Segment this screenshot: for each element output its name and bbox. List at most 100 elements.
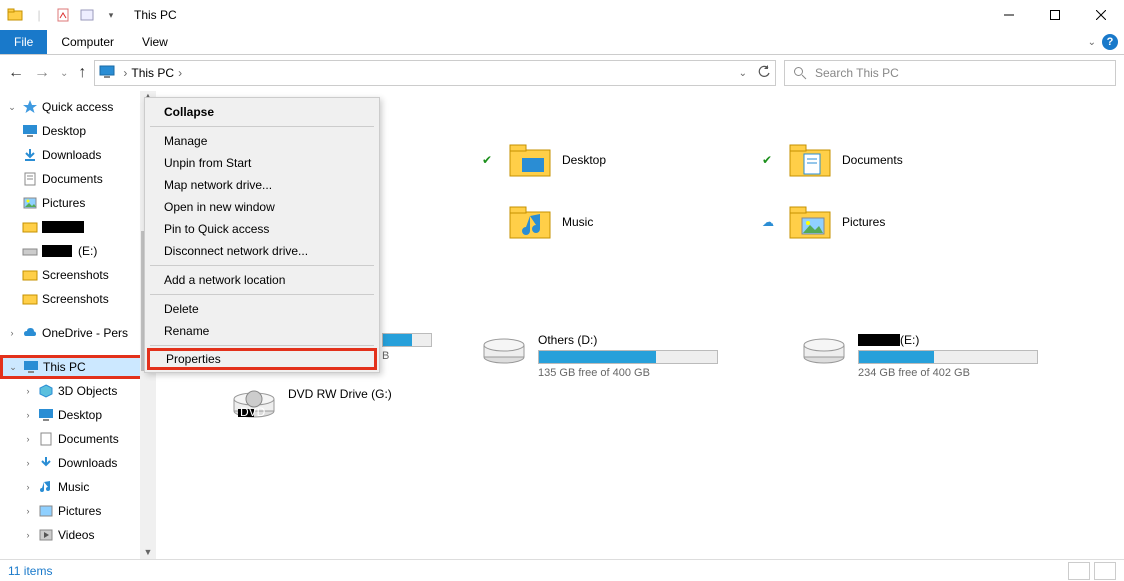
tree-pictures[interactable]: Pictures [0,191,156,215]
tree-e-drive[interactable]: (E:) [0,239,156,263]
forward-button[interactable]: → [34,64,50,82]
view-details-button[interactable] [1068,562,1090,580]
drive-usage-bar [538,350,718,364]
pictures-folder-icon [788,204,832,240]
tree-downloads[interactable]: Downloads [0,143,156,167]
ctx-add-network-location[interactable]: Add a network location [148,269,376,291]
drive-e[interactable]: (E:) 234 GB free of 402 GB [802,333,1082,379]
view-large-icons-button[interactable] [1094,562,1116,580]
ctx-manage[interactable]: Manage [148,130,376,152]
this-pc-icon [99,64,115,83]
ctx-rename[interactable]: Rename [148,320,376,342]
tree-documents[interactable]: › Documents [0,427,156,451]
sync-ok-icon: ✔ [482,153,498,167]
scroll-down-icon[interactable]: ▼ [144,547,153,557]
address-dropdown-icon[interactable]: ⌄ [739,68,747,79]
tree-screenshots[interactable]: Screenshots [0,287,156,311]
folder-documents[interactable]: ✔ Documents [762,129,1042,191]
music-folder-icon [508,204,552,240]
ctx-disconnect-drive[interactable]: Disconnect network drive... [148,240,376,262]
tree-pictures[interactable]: › Pictures [0,499,156,523]
tree-downloads[interactable]: › Downloads [0,451,156,475]
chevron-right-icon[interactable]: › [22,506,34,516]
chevron-right-icon[interactable]: › [22,458,34,468]
cloud-icon [22,325,38,341]
tree-redacted-folder[interactable] [0,215,156,239]
sync-ok-icon: ✔ [762,153,778,167]
ribbon: File Computer View ⌄ ? [0,30,1124,55]
tab-computer[interactable]: Computer [47,30,128,54]
desktop-icon [22,123,38,139]
redacted-label [42,245,72,257]
maximize-button[interactable] [1032,0,1078,30]
navbar: ← → ⌄ ↑ › This PC › ⌄ Search This PC [0,55,1124,91]
drive-dvd[interactable]: DVD DVD RW Drive (G:) [232,387,512,419]
qat-dropdown-icon[interactable]: ▾ [100,4,122,26]
tree-onedrive[interactable]: › OneDrive - Pers [0,321,156,345]
folder-icon [22,291,38,307]
breadcrumb-this-pc[interactable]: This PC [129,66,176,80]
tab-file[interactable]: File [0,30,47,54]
folder-music[interactable]: Music [482,191,762,253]
back-button[interactable]: ← [8,64,24,82]
dvd-drive-icon: DVD [232,387,276,419]
drive-usage-bar [858,350,1038,364]
chevron-right-icon[interactable]: › [22,482,34,492]
downloads-icon [38,455,54,471]
folder-pictures[interactable]: ☁ Pictures [762,191,1042,253]
tree-this-pc[interactable]: ⌄ This PC [0,355,156,379]
drive-usage-fill [539,351,656,363]
ctx-properties[interactable]: Properties [147,348,377,370]
address-bar[interactable]: › This PC › ⌄ [94,60,776,86]
recent-dropdown-icon[interactable]: ⌄ [60,68,68,79]
ctx-open-new-window[interactable]: Open in new window [148,196,376,218]
chevron-right-icon[interactable]: › [123,66,127,80]
tree-videos[interactable]: › Videos [0,523,156,547]
minimize-button[interactable] [986,0,1032,30]
properties-qat-icon[interactable] [52,4,74,26]
context-menu: Collapse Manage Unpin from Start Map net… [144,97,380,373]
this-pc-icon [23,359,39,375]
statusbar: 11 items [0,559,1124,581]
up-button[interactable]: ↑ [78,64,86,82]
help-icon[interactable]: ? [1102,34,1118,50]
music-icon [38,479,54,495]
chevron-right-icon[interactable]: › [22,410,34,420]
drive-hidden[interactable]: B [382,333,442,379]
titlebar: | ▾ This PC [0,0,1124,30]
tree-screenshots[interactable]: Screenshots [0,263,156,287]
close-button[interactable] [1078,0,1124,30]
ribbon-expand-icon[interactable]: ⌄ [1088,37,1096,48]
refresh-button[interactable] [757,65,771,82]
3d-objects-icon [38,383,54,399]
pictures-icon [22,195,38,211]
chevron-down-icon[interactable]: ⌄ [7,362,19,373]
ctx-unpin-start[interactable]: Unpin from Start [148,152,376,174]
new-folder-qat-icon[interactable] [76,4,98,26]
chevron-right-icon[interactable]: › [22,386,34,396]
ctx-collapse[interactable]: Collapse [148,101,376,123]
drive-icon [802,333,846,365]
window-title: This PC [134,8,177,22]
status-item-count: 11 items [8,564,52,578]
ctx-map-drive[interactable]: Map network drive... [148,174,376,196]
ctx-pin-quick-access[interactable]: Pin to Quick access [148,218,376,240]
downloads-icon [22,147,38,163]
tree-3d-objects[interactable]: › 3D Objects [0,379,156,403]
drive-others-d[interactable]: Others (D:) 135 GB free of 400 GB [482,333,762,379]
tree-music[interactable]: › Music [0,475,156,499]
tree-documents[interactable]: Documents [0,167,156,191]
chevron-down-icon[interactable]: ⌄ [6,102,18,113]
tree-quick-access[interactable]: ⌄ Quick access [0,95,156,119]
chevron-right-icon[interactable]: › [22,434,34,444]
chevron-right-icon[interactable]: › [6,328,18,338]
ctx-delete[interactable]: Delete [148,298,376,320]
folder-desktop[interactable]: ✔ Desktop [482,129,762,191]
chevron-right-icon[interactable]: › [22,530,34,540]
tab-view[interactable]: View [128,30,182,54]
redacted-label [858,334,900,346]
tree-desktop[interactable]: Desktop [0,119,156,143]
chevron-right-icon[interactable]: › [178,66,182,80]
tree-desktop[interactable]: › Desktop [0,403,156,427]
search-input[interactable]: Search This PC [784,60,1116,86]
